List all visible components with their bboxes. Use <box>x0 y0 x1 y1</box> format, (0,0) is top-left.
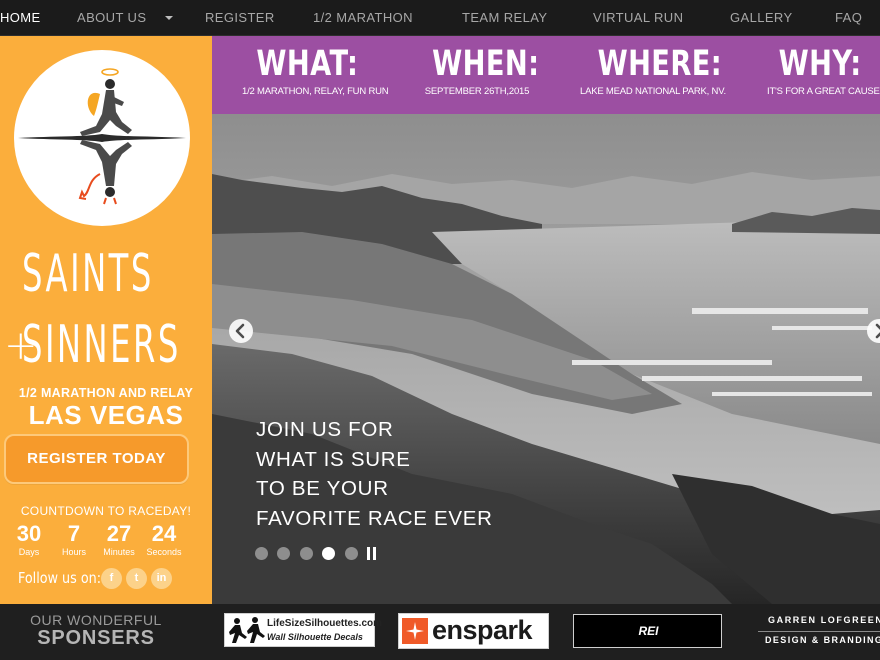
sponsor-lifesize-silhouettes[interactable]: LifeSizeSilhouettes.com Wall Silhouette … <box>224 613 382 647</box>
nav-item-virtual-run[interactable]: VIRTUAL RUN <box>593 0 683 36</box>
logo[interactable] <box>14 50 190 226</box>
info-when: WHEN: SEPTEMBER 26TH,2015 <box>417 42 540 98</box>
race-info-band: WHAT: 1/2 MARATHON, RELAY, FUN RUN WHEN:… <box>212 36 880 114</box>
hero-caption: JOIN US FOR WHAT IS SURE TO BE YOUR FAVO… <box>256 415 493 533</box>
info-heading: WHY: <box>778 44 862 84</box>
hero-line: TO BE YOUR <box>256 477 389 500</box>
slider-prev-button[interactable] <box>229 319 253 343</box>
sponsors-title-line1: OUR WONDERFUL <box>30 612 162 628</box>
nav-item-gallery[interactable]: GALLERY <box>730 0 793 36</box>
slider-dot[interactable] <box>300 547 313 560</box>
top-nav: HOME ABOUT US REGISTER 1/2 MARATHON TEAM… <box>0 0 880 36</box>
hero-slider: JOIN US FOR WHAT IS SURE TO BE YOUR FAVO… <box>212 114 880 604</box>
sponsor-garren-tagline: DESIGN & BRANDING <box>765 635 880 645</box>
hero-line: WHAT IS SURE <box>256 447 411 471</box>
countdown-value: 7 <box>67 521 81 546</box>
sponsor-rei[interactable]: REI <box>573 614 722 648</box>
countdown-value: 30 <box>16 521 42 546</box>
info-heading: WHERE: <box>597 44 723 84</box>
countdown-value: 27 <box>106 521 132 546</box>
info-detail: LAKE MEAD NATIONAL PARK, NV. <box>580 86 726 97</box>
brand-saints: SAINTS <box>22 244 154 304</box>
countdown-unit: Seconds <box>146 547 182 557</box>
sidebar: SAINTS + SINNERS 1/2 MARATHON AND RELAY … <box>0 36 212 604</box>
countdown-unit: Minutes <box>103 547 135 557</box>
info-detail: SEPTEMBER 26TH,2015 <box>424 86 530 97</box>
info-what: WHAT: 1/2 MARATHON, RELAY, FUN RUN <box>242 42 389 98</box>
slider-dot[interactable] <box>255 547 268 560</box>
chevron-down-icon[interactable] <box>165 16 173 20</box>
nav-item-half-marathon[interactable]: 1/2 MARATHON <box>313 0 413 36</box>
info-where: WHERE: LAKE MEAD NATIONAL PARK, NV. <box>580 42 726 98</box>
follow-us-label: Follow us on: <box>18 569 102 587</box>
info-why: WHY: IT'S FOR A GREAT CAUSE <box>767 42 880 98</box>
runner-logo-icon <box>18 68 186 205</box>
info-heading: WHEN: <box>432 44 540 84</box>
sponsor-lifesize-name: LifeSizeSilhouettes.com <box>267 618 383 629</box>
pause-icon[interactable] <box>367 547 377 560</box>
race-subtitle: 1/2 MARATHON AND RELAY <box>18 386 194 400</box>
countdown-seconds: 24 Seconds <box>143 522 185 558</box>
divider <box>758 631 880 632</box>
countdown-title: COUNTDOWN TO RACEDAY! <box>20 504 192 518</box>
countdown-minutes: 27 Minutes <box>98 522 140 558</box>
sponsor-enspark[interactable]: enspark <box>398 613 549 649</box>
nav-item-about-us[interactable]: ABOUT US <box>77 0 146 36</box>
info-detail: IT'S FOR A GREAT CAUSE <box>767 86 880 97</box>
register-today-button[interactable]: REGISTER TODAY <box>4 434 189 484</box>
chevron-left-icon <box>235 323 245 339</box>
sponsor-garren-lofgreen[interactable]: GARREN LOFGREEN DESIGN & BRANDING <box>758 614 880 652</box>
countdown-unit: Days <box>18 547 40 557</box>
countdown-days: 30 Days <box>10 522 48 558</box>
sponsor-garren-name: GARREN LOFGREEN <box>768 615 880 625</box>
twitter-icon[interactable]: t <box>126 568 147 589</box>
slider-dot[interactable] <box>345 547 358 560</box>
enspark-logo-icon <box>402 618 428 644</box>
nav-item-team-relay[interactable]: TEAM RELAY <box>462 0 547 36</box>
sponsor-enspark-name: enspark <box>432 615 533 645</box>
sponsors-title-line2: SPONSERS <box>37 627 155 649</box>
slider-next-button[interactable] <box>867 319 880 343</box>
countdown-hours: 7 Hours <box>56 522 92 558</box>
hero-line: JOIN US FOR <box>256 418 394 441</box>
nav-item-home[interactable]: HOME <box>0 0 41 36</box>
info-detail: 1/2 MARATHON, RELAY, FUN RUN <box>242 86 389 97</box>
info-heading: WHAT: <box>256 44 359 84</box>
sponsor-bar: OUR WONDERFUL SPONSERS LifeSizeSilhouett… <box>0 604 880 660</box>
sponsor-rei-name: REI <box>638 624 659 638</box>
slider-dot-active[interactable] <box>322 547 335 560</box>
countdown-value: 24 <box>151 521 177 546</box>
nav-item-faq[interactable]: FAQ <box>835 0 862 36</box>
slider-dot[interactable] <box>277 547 290 560</box>
hero-line: FAVORITE RACE EVER <box>256 506 493 530</box>
nav-item-register[interactable]: REGISTER <box>205 0 275 36</box>
chevron-right-icon <box>875 323 880 339</box>
facebook-icon[interactable]: f <box>101 568 122 589</box>
silhouette-runners-icon <box>229 617 265 643</box>
brand-sinners: SINNERS <box>22 315 181 375</box>
countdown-unit: Hours <box>61 547 86 557</box>
linkedin-icon[interactable]: in <box>151 568 172 589</box>
sponsor-lifesize-tagline: Wall Silhouette Decals <box>267 632 363 642</box>
race-city: LAS VEGAS <box>28 400 184 430</box>
